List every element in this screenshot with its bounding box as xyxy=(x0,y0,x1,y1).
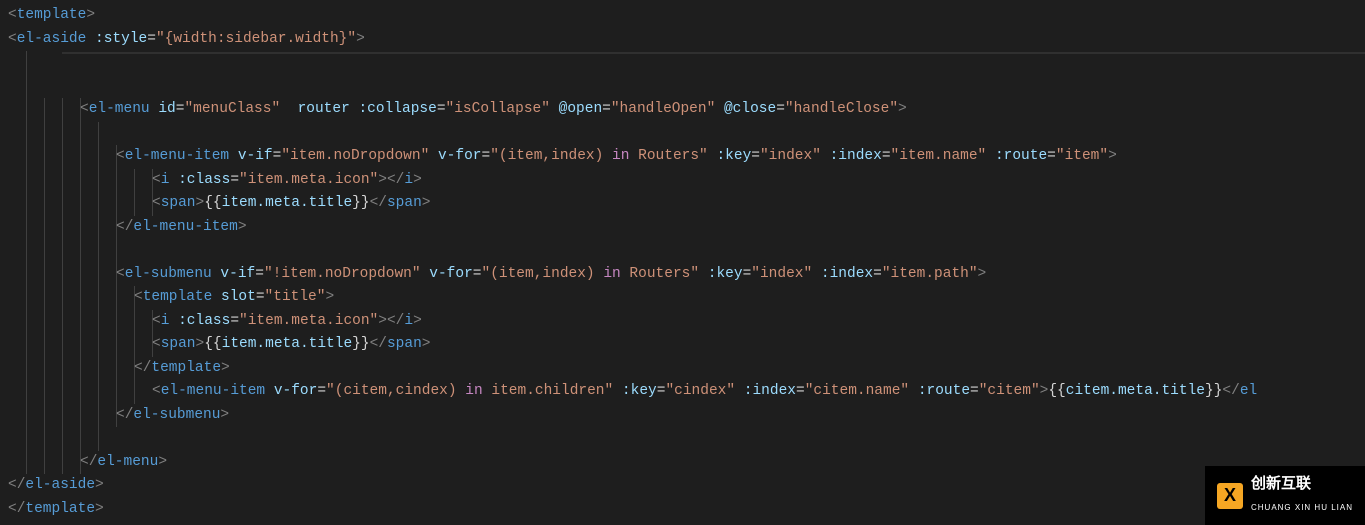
code-line[interactable]: <el-menu id="menuClass" router :collapse… xyxy=(8,98,1365,122)
code-line[interactable]: </template> xyxy=(8,357,1365,381)
code-line[interactable] xyxy=(8,427,1365,451)
code-line[interactable]: <el-menu-item v-if="item.noDropdown" v-f… xyxy=(8,145,1365,169)
code-line[interactable]: </el-aside> xyxy=(8,474,1365,498)
code-line[interactable]: </el-menu> xyxy=(8,451,1365,475)
code-line[interactable] xyxy=(8,75,1365,99)
code-line[interactable]: <template slot="title"> xyxy=(8,286,1365,310)
code-area[interactable]: <template><el-aside :style="{width:sideb… xyxy=(0,0,1365,525)
code-line[interactable]: </el-menu-item> xyxy=(8,216,1365,240)
code-line[interactable]: <span>{{item.meta.title}}</span> xyxy=(8,192,1365,216)
watermark-sub: CHUANG XIN HU LIAN xyxy=(1251,496,1353,520)
watermark-title: 创新互联 xyxy=(1251,475,1311,492)
code-line[interactable]: <el-menu-item v-for="(citem,cindex) in i… xyxy=(8,380,1365,404)
code-line[interactable]: <el-aside :style="{width:sidebar.width}"… xyxy=(8,28,1365,52)
code-line[interactable] xyxy=(8,51,1365,75)
code-line[interactable]: <i :class="item.meta.icon"></i> xyxy=(8,169,1365,193)
code-editor[interactable]: <template><el-aside :style="{width:sideb… xyxy=(0,0,1365,525)
code-line[interactable] xyxy=(8,122,1365,146)
code-line[interactable]: <i :class="item.meta.icon"></i> xyxy=(8,310,1365,334)
code-line[interactable]: <el-submenu v-if="!item.noDropdown" v-fo… xyxy=(8,263,1365,287)
code-line[interactable] xyxy=(8,239,1365,263)
vertical-scrollbar[interactable] xyxy=(1355,0,1365,525)
code-line[interactable]: </el-submenu> xyxy=(8,404,1365,428)
logo-icon xyxy=(1217,483,1243,509)
code-line[interactable]: </template> xyxy=(8,498,1365,522)
watermark-badge: 创新互联 CHUANG XIN HU LIAN xyxy=(1205,466,1365,525)
code-line[interactable]: <span>{{item.meta.title}}</span> xyxy=(8,333,1365,357)
code-line[interactable]: <template> xyxy=(8,4,1365,28)
